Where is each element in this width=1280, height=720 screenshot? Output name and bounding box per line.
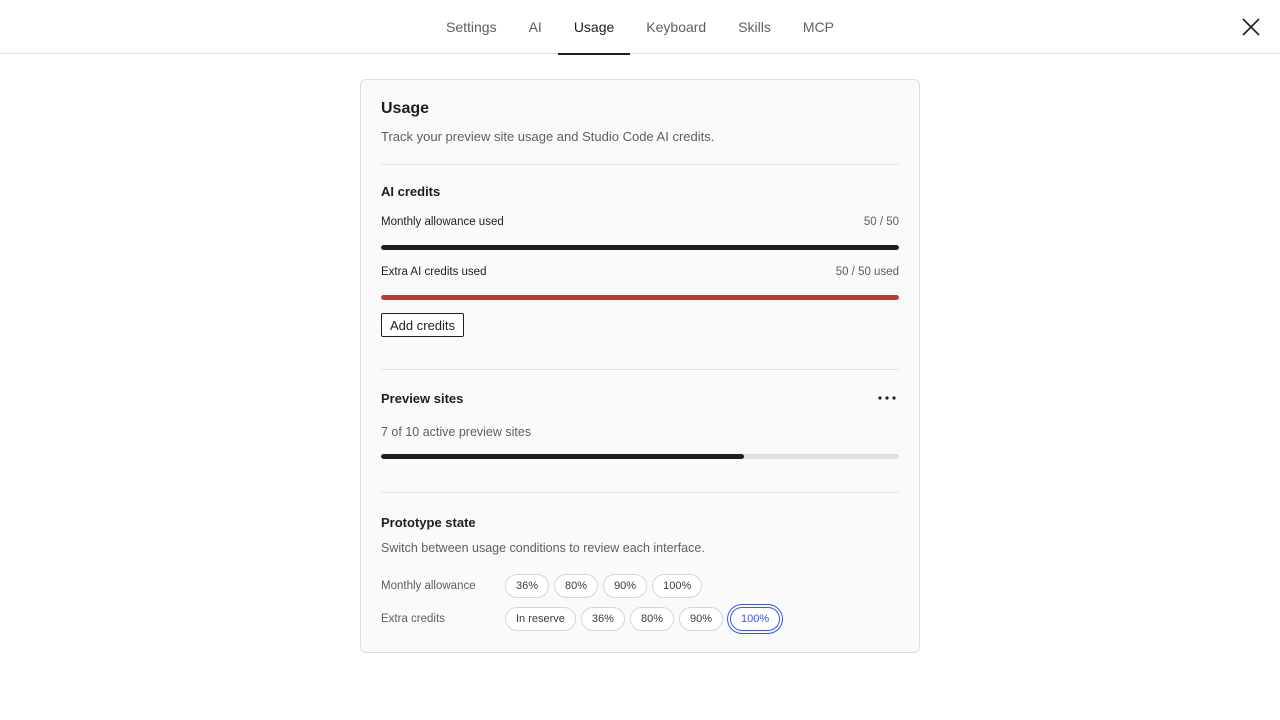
ai-credits-title: AI credits (381, 184, 441, 199)
divider (381, 164, 899, 165)
divider (381, 369, 899, 370)
prototype-state-description: Switch between usage conditions to revie… (381, 541, 705, 555)
extra-option-in-reserve[interactable]: In reserve (505, 607, 576, 631)
monthly-allowance-options: Monthly allowance 36% 80% 90% 100% (381, 574, 707, 598)
extra-option-36[interactable]: 36% (580, 607, 625, 631)
monthly-allowance-bar-fill (381, 245, 899, 250)
extra-credits-bar (381, 295, 899, 300)
preview-sites-title: Preview sites (381, 391, 464, 406)
panel-title: Usage (381, 100, 430, 117)
monthly-option-36[interactable]: 36% (505, 574, 550, 598)
prototype-state-title: Prototype state (381, 515, 476, 530)
monthly-allowance-bar (381, 245, 899, 250)
extra-option-100[interactable]: 100% (730, 607, 781, 631)
monthly-option-90[interactable]: 90% (603, 574, 648, 598)
monthly-allowance-label: Monthly allowance used (381, 216, 504, 228)
extra-credits-option-label: Extra credits (381, 613, 445, 625)
tab-skills[interactable]: Skills (722, 0, 787, 54)
tab-keyboard[interactable]: Keyboard (630, 0, 722, 54)
monthly-allowance-value: 50 / 50 (863, 216, 899, 228)
add-credits-button[interactable]: Add credits (381, 313, 465, 337)
tab-mcp[interactable]: MCP (787, 0, 850, 54)
extra-credits-label: Extra AI credits used (381, 266, 487, 278)
extra-credits-bar-fill (381, 295, 899, 300)
preview-sites-bar-fill (381, 454, 744, 459)
tab-settings[interactable]: Settings (430, 0, 513, 54)
divider (381, 492, 899, 493)
more-horizontal-icon (878, 396, 896, 400)
preview-sites-count: 7 of 10 active preview sites (381, 425, 532, 439)
extra-credits-options: Extra credits In reserve 36% 80% 90% 100… (381, 607, 785, 631)
usage-panel: Usage Track your preview site usage and … (360, 79, 920, 653)
extra-credits-value: 50 / 50 used (835, 266, 899, 278)
monthly-option-80[interactable]: 80% (554, 574, 599, 598)
monthly-allowance-option-label: Monthly allowance (381, 580, 476, 592)
tab-ai[interactable]: AI (513, 0, 558, 54)
close-button[interactable] (1240, 16, 1262, 38)
preview-sites-more-button[interactable] (875, 389, 899, 407)
close-icon (1242, 18, 1260, 36)
extra-option-90[interactable]: 90% (678, 607, 724, 631)
settings-tab-bar: Settings AI Usage Keyboard Skills MCP (0, 0, 1280, 55)
tab-list: Settings AI Usage Keyboard Skills MCP (0, 0, 1280, 55)
tab-usage[interactable]: Usage (557, 0, 631, 55)
extra-option-80[interactable]: 80% (629, 607, 674, 631)
panel-description: Track your preview site usage and Studio… (381, 129, 715, 144)
monthly-option-100[interactable]: 100% (652, 574, 703, 598)
preview-sites-bar (381, 454, 899, 459)
